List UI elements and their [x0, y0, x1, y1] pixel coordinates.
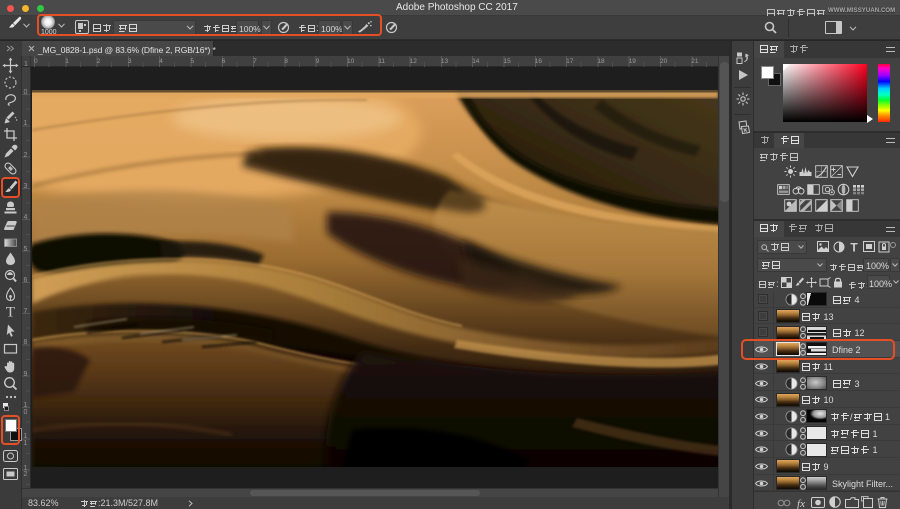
svg-text:T: T — [850, 241, 858, 253]
svg-text:fx: fx — [797, 498, 805, 509]
svg-text:T: T — [6, 305, 15, 321]
